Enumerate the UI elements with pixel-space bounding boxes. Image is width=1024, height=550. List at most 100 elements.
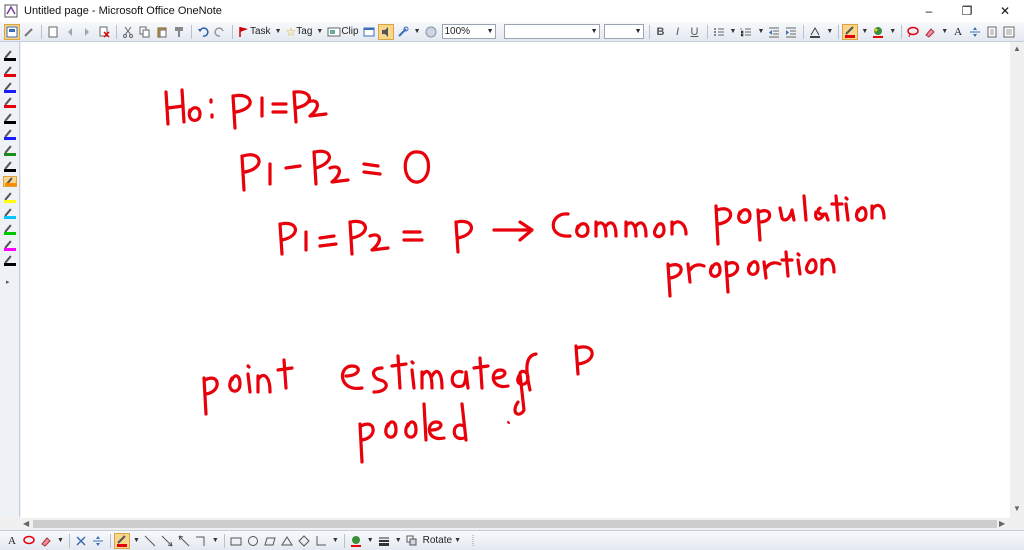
italic-button[interactable]: I — [670, 24, 686, 40]
font-size-dropdown-arrow[interactable]: ▼ — [635, 25, 642, 38]
zoom-select[interactable]: 100% ▼ — [441, 24, 496, 39]
scroll-up-arrow[interactable]: ▲ — [1013, 44, 1021, 53]
highlight-text-dropdown-arrow[interactable]: ▼ — [826, 28, 833, 35]
delete-icon[interactable] — [73, 533, 89, 549]
horizontal-scroll-thumb[interactable] — [33, 520, 997, 528]
pen-mode-icon[interactable] — [395, 24, 411, 40]
fill-color-icon[interactable] — [348, 533, 364, 549]
pen-mode-dropdown-arrow[interactable]: ▼ — [414, 28, 421, 35]
rotate-button[interactable]: Rotate ▼ — [423, 535, 463, 546]
pen-swatch[interactable] — [3, 66, 17, 77]
undo-icon[interactable] — [195, 24, 211, 40]
copy-icon[interactable] — [137, 24, 153, 40]
vertical-drag-handle-icon[interactable] — [465, 533, 481, 549]
elbow-tool-icon[interactable] — [193, 533, 209, 549]
double-arrow-tool-icon[interactable] — [176, 533, 192, 549]
format-painter-icon[interactable] — [171, 24, 187, 40]
page-view-icon[interactable] — [4, 23, 20, 40]
pen-color-dropdown-arrow[interactable]: ▼ — [861, 28, 868, 35]
underline-button[interactable]: U — [687, 24, 703, 40]
minimize-button[interactable]: – — [910, 0, 948, 22]
line-tool-icon[interactable] — [142, 533, 158, 549]
pen-swatch[interactable] — [3, 129, 17, 140]
pen-swatch[interactable] — [3, 240, 17, 251]
bold-button[interactable]: B — [653, 24, 669, 40]
fill-color-dropdown-arrow[interactable]: ▼ — [367, 537, 374, 544]
pen-swatch[interactable] — [3, 145, 17, 156]
parallelogram-tool-icon[interactable] — [262, 533, 278, 549]
line-weight-icon[interactable] — [376, 533, 392, 549]
pen-color-icon[interactable] — [842, 23, 859, 40]
maximize-button[interactable]: ❐ — [948, 0, 986, 22]
ink-to-text-icon[interactable]: A — [950, 24, 966, 40]
pen-swatch[interactable] — [3, 50, 17, 61]
back-icon[interactable] — [62, 24, 78, 40]
insert-space-icon[interactable] — [90, 533, 106, 549]
pen-color-icon[interactable] — [113, 532, 130, 549]
lasso-icon[interactable] — [21, 533, 37, 549]
numbering-dropdown-arrow[interactable]: ▼ — [757, 28, 764, 35]
zoom-dropdown-arrow[interactable]: ▼ — [487, 25, 494, 38]
bullets-dropdown-arrow[interactable]: ▼ — [730, 28, 737, 35]
help-icon[interactable] — [423, 24, 439, 40]
increase-indent-icon[interactable] — [783, 24, 799, 40]
pen-swatch[interactable] — [3, 192, 17, 204]
pen-color-dropdown-arrow[interactable]: ▼ — [133, 537, 140, 544]
scroll-right-arrow[interactable]: ▶ — [999, 519, 1005, 528]
eraser-dropdown-arrow[interactable]: ▼ — [57, 537, 64, 544]
decrease-indent-icon[interactable] — [766, 24, 782, 40]
audio-record-icon[interactable] — [377, 23, 394, 40]
pen-icon[interactable] — [21, 24, 37, 40]
redo-icon[interactable] — [212, 24, 228, 40]
diamond-tool-icon[interactable] — [296, 533, 312, 549]
paste-icon[interactable] — [154, 24, 170, 40]
pen-swatch[interactable] — [3, 82, 17, 93]
delete-page-icon[interactable] — [96, 24, 112, 40]
circle-tool-icon[interactable] — [245, 533, 261, 549]
ink-to-text-icon[interactable]: A — [4, 533, 20, 549]
note-page-canvas[interactable] — [21, 42, 1010, 518]
pen-swatch[interactable] — [3, 97, 17, 109]
close-button[interactable]: ✕ — [986, 0, 1024, 22]
font-size-select[interactable]: ▼ — [603, 24, 644, 39]
pen-swatch[interactable] — [3, 176, 17, 188]
color-palette-icon[interactable] — [870, 24, 886, 40]
note-flags-icon[interactable] — [1001, 24, 1017, 40]
forward-icon[interactable] — [79, 24, 95, 40]
lasso-icon[interactable] — [905, 24, 921, 40]
arrange-icon[interactable] — [404, 533, 420, 549]
font-dropdown-arrow[interactable]: ▼ — [591, 25, 598, 38]
line-weight-dropdown-arrow[interactable]: ▼ — [395, 537, 402, 544]
triangle-tool-icon[interactable] — [279, 533, 295, 549]
page-template-icon[interactable] — [984, 24, 1000, 40]
eraser-icon[interactable] — [922, 24, 938, 40]
rectangle-tool-icon[interactable] — [228, 533, 244, 549]
scroll-down-arrow[interactable]: ▼ — [1013, 504, 1021, 513]
insert-space-icon[interactable] — [967, 24, 983, 40]
task-button[interactable]: Task — [238, 26, 271, 38]
clip-button[interactable]: Clip — [327, 26, 359, 37]
bullets-icon[interactable] — [711, 24, 727, 40]
pen-swatch[interactable] — [3, 224, 17, 235]
eraser-icon[interactable] — [38, 533, 54, 549]
eraser-dropdown-arrow[interactable]: ▼ — [941, 28, 948, 35]
pen-swatch[interactable] — [3, 208, 17, 219]
cut-icon[interactable] — [120, 24, 136, 40]
horizontal-scrollbar[interactable]: ◀ ▶ — [21, 518, 1010, 530]
vertical-scrollbar[interactable]: ▲ ▼ — [1010, 42, 1024, 518]
tag-button[interactable]: ☆ Tag — [286, 25, 313, 39]
highlight-text-icon[interactable] — [807, 24, 823, 40]
tag-dropdown-arrow[interactable]: ▼ — [316, 28, 323, 35]
onenote-app-icon[interactable] — [4, 4, 18, 18]
scroll-left-arrow[interactable]: ◀ — [23, 519, 29, 528]
pen-palette-more-arrow[interactable]: ▸ — [6, 278, 10, 286]
elbow-dropdown-arrow[interactable]: ▼ — [212, 537, 219, 544]
pen-swatch[interactable] — [3, 255, 17, 267]
font-select[interactable]: ▼ — [503, 24, 600, 39]
task-dropdown-arrow[interactable]: ▼ — [275, 28, 282, 35]
axis-tool-icon[interactable] — [313, 533, 329, 549]
new-page-icon[interactable] — [45, 24, 61, 40]
axis-dropdown-arrow[interactable]: ▼ — [332, 537, 339, 544]
full-page-view-icon[interactable] — [361, 24, 377, 40]
arrow-tool-icon[interactable] — [159, 533, 175, 549]
